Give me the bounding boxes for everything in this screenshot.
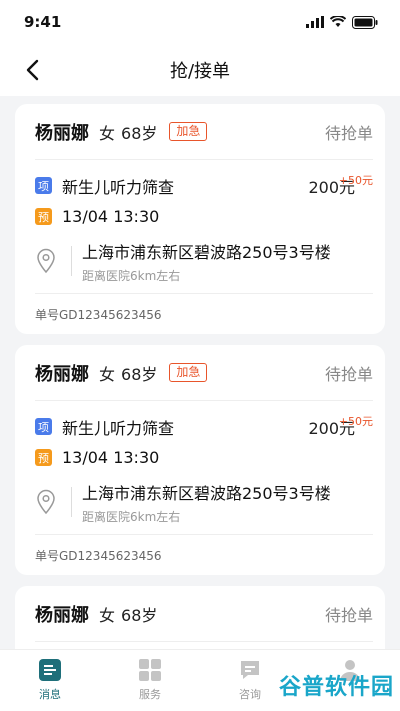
service-tag: 项 — [35, 177, 52, 194]
battery-icon — [352, 15, 378, 29]
order-card[interactable]: 杨丽娜 女 68岁 加急 待抢单 项 新生儿听力筛查 200元 +50元 预 1… — [15, 345, 385, 575]
service-name: 新生儿听力筛查 — [62, 177, 175, 197]
tab-label: 消息 — [39, 688, 61, 701]
urgent-badge: 加急 — [169, 122, 208, 141]
time-row: 预 13/04 13:30 — [35, 442, 373, 473]
nav-bar: 抢/接单 — [0, 44, 400, 96]
service-row: 项 新生儿听力筛查 200元 +50元 — [35, 411, 373, 442]
divider — [71, 246, 72, 276]
patient-gender: 女 — [99, 605, 116, 625]
tab-services[interactable]: 服务 — [100, 650, 200, 711]
grid-icon — [139, 659, 161, 681]
message-icon — [39, 659, 61, 681]
order-list[interactable]: 杨丽娜 女 68岁 加急 待抢单 项 新生儿听力筛查 200元 +50元 预 1… — [0, 96, 400, 649]
order-status: 待抢单 — [324, 364, 373, 384]
divider — [71, 487, 72, 517]
status-icons — [306, 15, 378, 29]
urgent-badge: 加急 — [169, 363, 208, 382]
price-bonus: +50元 — [338, 174, 373, 187]
back-button[interactable] — [18, 56, 46, 84]
order-number: 单号GD12345623456 — [35, 307, 162, 322]
signal-icon — [306, 16, 324, 28]
distance-text: 距离医院6km左右 — [82, 510, 181, 524]
order-card-header: 杨丽娜 女 68岁 加急 待抢单 — [35, 104, 373, 160]
address-row: 上海市浦东新区碧波路250号3号楼 距离医院6km左右 — [35, 473, 373, 535]
patient-age: 68岁 — [121, 123, 158, 143]
order-card[interactable]: 杨丽娜 女 68岁 待抢单 — [15, 586, 385, 649]
status-bar: 9:41 — [0, 0, 400, 44]
patient-name: 杨丽娜 — [35, 363, 89, 385]
chat-icon — [241, 661, 259, 679]
watermark: 谷普软件园 — [278, 675, 394, 700]
service-tag: 项 — [35, 418, 52, 435]
location-pin-icon — [37, 489, 55, 515]
time-tag: 预 — [35, 449, 52, 466]
time-tag: 预 — [35, 208, 52, 225]
price-bonus: +50元 — [338, 415, 373, 428]
order-card-header: 杨丽娜 女 68岁 待抢单 — [35, 586, 373, 642]
distance-text: 距离医院6km左右 — [82, 269, 181, 283]
address-row: 上海市浦东新区碧波路250号3号楼 距离医院6km左右 — [35, 232, 373, 294]
order-card[interactable]: 杨丽娜 女 68岁 加急 待抢单 项 新生儿听力筛查 200元 +50元 预 1… — [15, 104, 385, 334]
tab-label: 服务 — [139, 688, 161, 701]
appointment-time: 13/04 13:30 — [62, 207, 160, 226]
patient-gender: 女 — [99, 123, 116, 143]
tab-label: 咨询 — [239, 688, 261, 701]
patient-name: 杨丽娜 — [35, 122, 89, 144]
page-title: 抢/接单 — [169, 61, 231, 82]
appointment-time: 13/04 13:30 — [62, 448, 160, 467]
location-pin-icon — [37, 248, 55, 274]
service-name: 新生儿听力筛查 — [62, 418, 175, 438]
patient-age: 68岁 — [121, 605, 158, 625]
time-row: 预 13/04 13:30 — [35, 201, 373, 232]
patient-name: 杨丽娜 — [35, 604, 89, 626]
wifi-icon — [330, 16, 346, 27]
patient-age: 68岁 — [121, 364, 158, 384]
address-text: 上海市浦东新区碧波路250号3号楼 — [82, 484, 331, 503]
tab-messages[interactable]: 消息 — [0, 650, 100, 711]
order-card-header: 杨丽娜 女 68岁 加急 待抢单 — [35, 345, 373, 401]
order-number: 单号GD12345623456 — [35, 548, 162, 563]
card-body-clipped — [35, 642, 373, 649]
order-status: 待抢单 — [324, 123, 373, 143]
patient-gender: 女 — [99, 364, 116, 384]
address-text: 上海市浦东新区碧波路250号3号楼 — [82, 243, 331, 262]
service-row: 项 新生儿听力筛查 200元 +50元 — [35, 170, 373, 201]
chevron-left-icon — [26, 59, 39, 81]
order-status: 待抢单 — [324, 605, 373, 625]
status-time: 9:41 — [24, 13, 62, 31]
